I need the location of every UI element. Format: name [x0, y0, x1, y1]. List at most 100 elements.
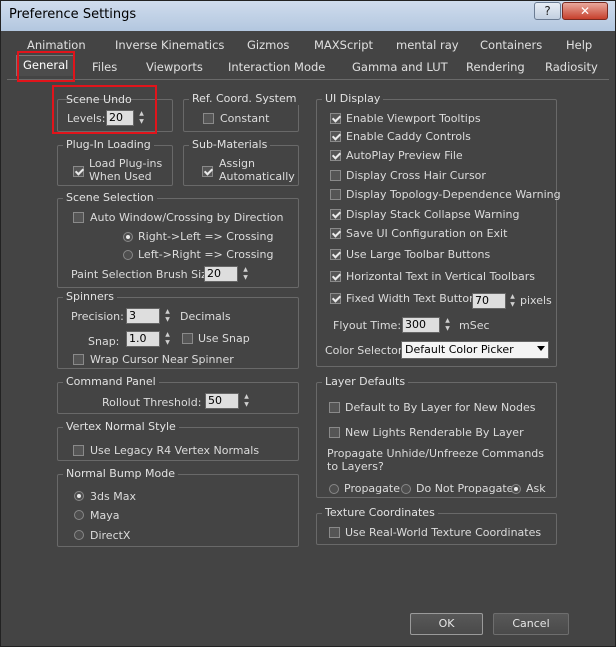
command-panel-group: Command Panel Rollout Threshold: 50 ▲ ▼ — [57, 375, 299, 414]
auto-window-crossing-checkbox[interactable] — [73, 212, 84, 223]
flyout-time-label: Flyout Time: — [333, 319, 402, 332]
spinner-up-icon[interactable]: ▲ — [162, 331, 173, 339]
bump-directx-radio[interactable] — [74, 530, 84, 540]
precision-input[interactable]: 3 — [126, 308, 160, 324]
tab-rendering[interactable]: Rendering — [466, 60, 525, 74]
rollout-spinner-arrows[interactable]: ▲ ▼ — [241, 393, 252, 409]
spinner-down-icon[interactable]: ▼ — [162, 316, 173, 324]
spinner-up-icon[interactable]: ▲ — [162, 308, 173, 316]
scene-selection-title: Scene Selection — [63, 191, 157, 204]
stack-collapse-warning-checkbox[interactable] — [330, 209, 341, 220]
color-selector-dropdown[interactable]: Default Color Picker — [401, 341, 549, 359]
help-button[interactable]: ? — [534, 2, 561, 20]
wrap-cursor-checkbox[interactable] — [73, 354, 84, 365]
chevron-down-icon[interactable] — [537, 346, 545, 351]
paint-brush-size-input[interactable]: 20 — [204, 266, 238, 282]
cancel-button[interactable]: Cancel — [493, 613, 569, 635]
right-left-crossing-radio[interactable] — [123, 232, 133, 242]
texture-coordinates-group: Texture Coordinates Use Real-World Textu… — [316, 506, 557, 545]
autoplay-preview-label: AutoPlay Preview File — [346, 149, 463, 162]
spinner-up-icon[interactable]: ▲ — [241, 393, 252, 401]
rollout-threshold-input[interactable]: 50 — [205, 393, 239, 409]
tab-viewports[interactable]: Viewports — [146, 60, 203, 74]
msec-label: mSec — [459, 319, 490, 332]
precision-spinner-arrows[interactable]: ▲ ▼ — [162, 308, 173, 324]
ask-radio[interactable] — [511, 484, 521, 494]
snap-spinner[interactable]: 1.0 ▲ ▼ — [126, 331, 174, 347]
use-snap-checkbox[interactable] — [182, 333, 193, 344]
load-plugins-checkbox[interactable] — [73, 166, 84, 177]
spinner-down-icon[interactable]: ▼ — [162, 339, 173, 347]
legacy-vertex-normals-checkbox[interactable] — [73, 445, 84, 456]
propagate-radio[interactable] — [329, 484, 339, 494]
spinner-up-icon[interactable]: ▲ — [240, 266, 251, 274]
scene-undo-highlight — [52, 85, 157, 134]
flyout-time-spinner[interactable]: 300 ▲ ▼ — [402, 317, 454, 333]
ok-button[interactable]: OK — [410, 613, 483, 635]
left-right-crossing-radio[interactable] — [123, 250, 133, 260]
flyout-time-input[interactable]: 300 — [402, 317, 440, 333]
ask-label: Ask — [526, 482, 546, 495]
spinner-down-icon[interactable]: ▼ — [507, 301, 518, 309]
bump-maya-radio[interactable] — [74, 510, 84, 520]
viewport-tooltips-label: Enable Viewport Tooltips — [346, 112, 481, 125]
flyout-spinner-arrows[interactable]: ▲ ▼ — [442, 317, 453, 333]
tab-interaction-mode[interactable]: Interaction Mode — [228, 60, 325, 74]
tab-mental-ray[interactable]: mental ray — [396, 38, 459, 52]
tab-inverse-kinematics[interactable]: Inverse Kinematics — [115, 38, 224, 52]
save-ui-config-checkbox[interactable] — [330, 228, 341, 239]
fixed-width-input[interactable]: 70 — [472, 293, 506, 309]
paint-brush-size-spinner[interactable]: 20 ▲ ▼ — [204, 266, 252, 282]
tab-radiosity[interactable]: Radiosity — [545, 60, 598, 74]
tab-help[interactable]: Help — [566, 38, 592, 52]
fixed-width-text-checkbox[interactable] — [330, 293, 341, 304]
ref-coord-system-title: Ref. Coord. System — [189, 92, 300, 105]
new-lights-renderable-checkbox[interactable] — [329, 427, 340, 438]
constant-checkbox[interactable] — [203, 113, 214, 124]
do-not-propagate-radio[interactable] — [401, 484, 411, 494]
normal-bump-mode-title: Normal Bump Mode — [63, 467, 178, 480]
fixed-width-spinner-arrows[interactable]: ▲ ▼ — [507, 293, 518, 309]
topology-warning-checkbox[interactable] — [330, 189, 341, 200]
paint-brush-size-label: Paint Selection Brush Size — [71, 268, 214, 281]
vertex-normal-style-group: Vertex Normal Style Use Legacy R4 Vertex… — [57, 420, 299, 461]
tab-files[interactable]: Files — [92, 60, 117, 74]
precision-spinner[interactable]: 3 ▲ ▼ — [126, 308, 174, 324]
close-button[interactable]: ✕ — [562, 2, 608, 20]
default-bylayer-checkbox[interactable] — [329, 402, 340, 413]
viewport-tooltips-checkbox[interactable] — [330, 113, 341, 124]
stack-collapse-warning-label: Display Stack Collapse Warning — [346, 208, 520, 221]
fixed-width-text-label: Fixed Width Text Buttons: — [346, 292, 486, 305]
fixed-width-spinner[interactable]: 70 ▲ ▼ — [472, 293, 518, 309]
bump-3dsmax-label: 3ds Max — [90, 490, 136, 503]
title-bar[interactable]: Preference Settings ? ✕ — [1, 1, 615, 31]
constant-label: Constant — [220, 112, 270, 125]
tab-maxscript[interactable]: MAXScript — [314, 38, 373, 52]
spinner-down-icon[interactable]: ▼ — [442, 325, 453, 333]
assign-automatically-checkbox[interactable] — [202, 166, 213, 177]
cross-hair-cursor-checkbox[interactable] — [330, 170, 341, 181]
snap-label: Snap: — [88, 335, 120, 348]
snap-input[interactable]: 1.0 — [126, 331, 160, 347]
horizontal-text-checkbox[interactable] — [330, 271, 341, 282]
tab-containers[interactable]: Containers — [480, 38, 542, 52]
spinner-down-icon[interactable]: ▼ — [240, 274, 251, 282]
caddy-controls-checkbox[interactable] — [330, 131, 341, 142]
tab-gizmos[interactable]: Gizmos — [247, 38, 289, 52]
paint-brush-spinner-arrows[interactable]: ▲ ▼ — [240, 266, 251, 282]
tab-gamma-and-lut[interactable]: Gamma and LUT — [352, 60, 448, 74]
autoplay-preview-checkbox[interactable] — [330, 150, 341, 161]
spinner-up-icon[interactable]: ▲ — [507, 293, 518, 301]
rollout-threshold-spinner[interactable]: 50 ▲ ▼ — [205, 393, 253, 409]
large-toolbar-buttons-checkbox[interactable] — [330, 249, 341, 260]
ref-coord-system-group: Ref. Coord. System Constant — [183, 92, 300, 132]
spinner-up-icon[interactable]: ▲ — [442, 317, 453, 325]
tab-divider — [7, 79, 609, 80]
left-right-crossing-label: Left->Right => Crossing — [138, 248, 274, 261]
tab-animation[interactable]: Animation — [27, 38, 86, 52]
real-world-texture-checkbox[interactable] — [329, 527, 340, 538]
spinner-down-icon[interactable]: ▼ — [241, 401, 252, 409]
snap-spinner-arrows[interactable]: ▲ ▼ — [162, 331, 173, 347]
bump-3dsmax-radio[interactable] — [74, 491, 84, 501]
assign-label-line1: Assign — [219, 157, 255, 170]
